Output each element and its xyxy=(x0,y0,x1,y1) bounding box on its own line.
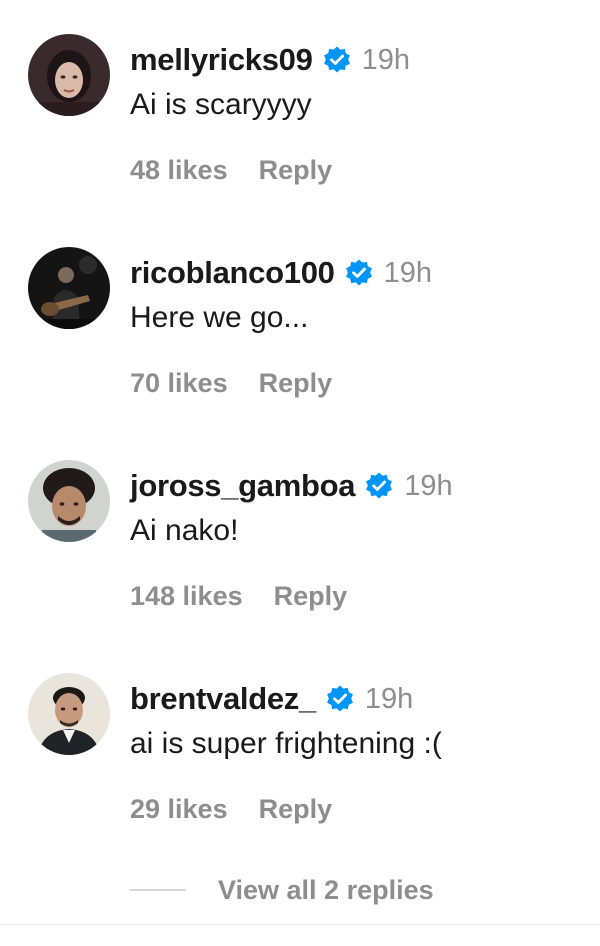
reply-button[interactable]: Reply xyxy=(274,581,348,612)
comment-item: joross_gamboa 19h Ai nako! 148 likes Rep… xyxy=(0,426,600,626)
comment-timestamp[interactable]: 19h xyxy=(384,257,432,290)
avatar[interactable] xyxy=(28,673,110,755)
comment-text: Ai is scaryyyy xyxy=(130,88,312,121)
verified-badge-icon xyxy=(322,45,352,75)
comment-item: ricoblanco100 19h Here we go... 70 likes… xyxy=(0,213,600,413)
verified-badge-icon xyxy=(344,258,374,288)
reply-button[interactable]: Reply xyxy=(259,155,333,186)
comment-timestamp[interactable]: 19h xyxy=(362,44,410,77)
reply-button[interactable]: Reply xyxy=(259,368,333,399)
avatar[interactable] xyxy=(28,34,110,116)
comment-text: Ai nako! xyxy=(130,514,239,547)
username[interactable]: ricoblanco100 xyxy=(130,255,335,291)
comment-timestamp[interactable]: 19h xyxy=(404,470,452,503)
username[interactable]: joross_gamboa xyxy=(130,468,356,504)
view-replies-label: View all 2 replies xyxy=(218,874,434,905)
comment-item: brentvaldez_ 19h ai is super frightening… xyxy=(0,639,600,839)
username[interactable]: brentvaldez_ xyxy=(130,681,316,717)
comment-thread: mellyricks09 19h Ai is scaryyyy 48 likes… xyxy=(0,0,600,946)
bottom-divider xyxy=(0,924,600,925)
comment-text: ai is super frightening :( xyxy=(130,727,442,760)
verified-badge-icon xyxy=(325,684,355,714)
verified-badge-icon xyxy=(364,471,394,501)
likes-count[interactable]: 29 likes xyxy=(130,794,228,825)
comment-item: mellyricks09 19h Ai is scaryyyy 48 likes… xyxy=(0,0,600,200)
view-replies-button[interactable]: View all 2 replies xyxy=(130,872,434,908)
likes-count[interactable]: 148 likes xyxy=(130,581,243,612)
likes-count[interactable]: 48 likes xyxy=(130,155,228,186)
avatar[interactable] xyxy=(28,247,110,329)
comment-timestamp[interactable]: 19h xyxy=(365,683,413,716)
avatar[interactable] xyxy=(28,460,110,542)
replies-divider-line xyxy=(130,889,186,891)
comment-text: Here we go... xyxy=(130,301,309,334)
username[interactable]: mellyricks09 xyxy=(130,42,313,78)
reply-button[interactable]: Reply xyxy=(259,794,333,825)
likes-count[interactable]: 70 likes xyxy=(130,368,228,399)
